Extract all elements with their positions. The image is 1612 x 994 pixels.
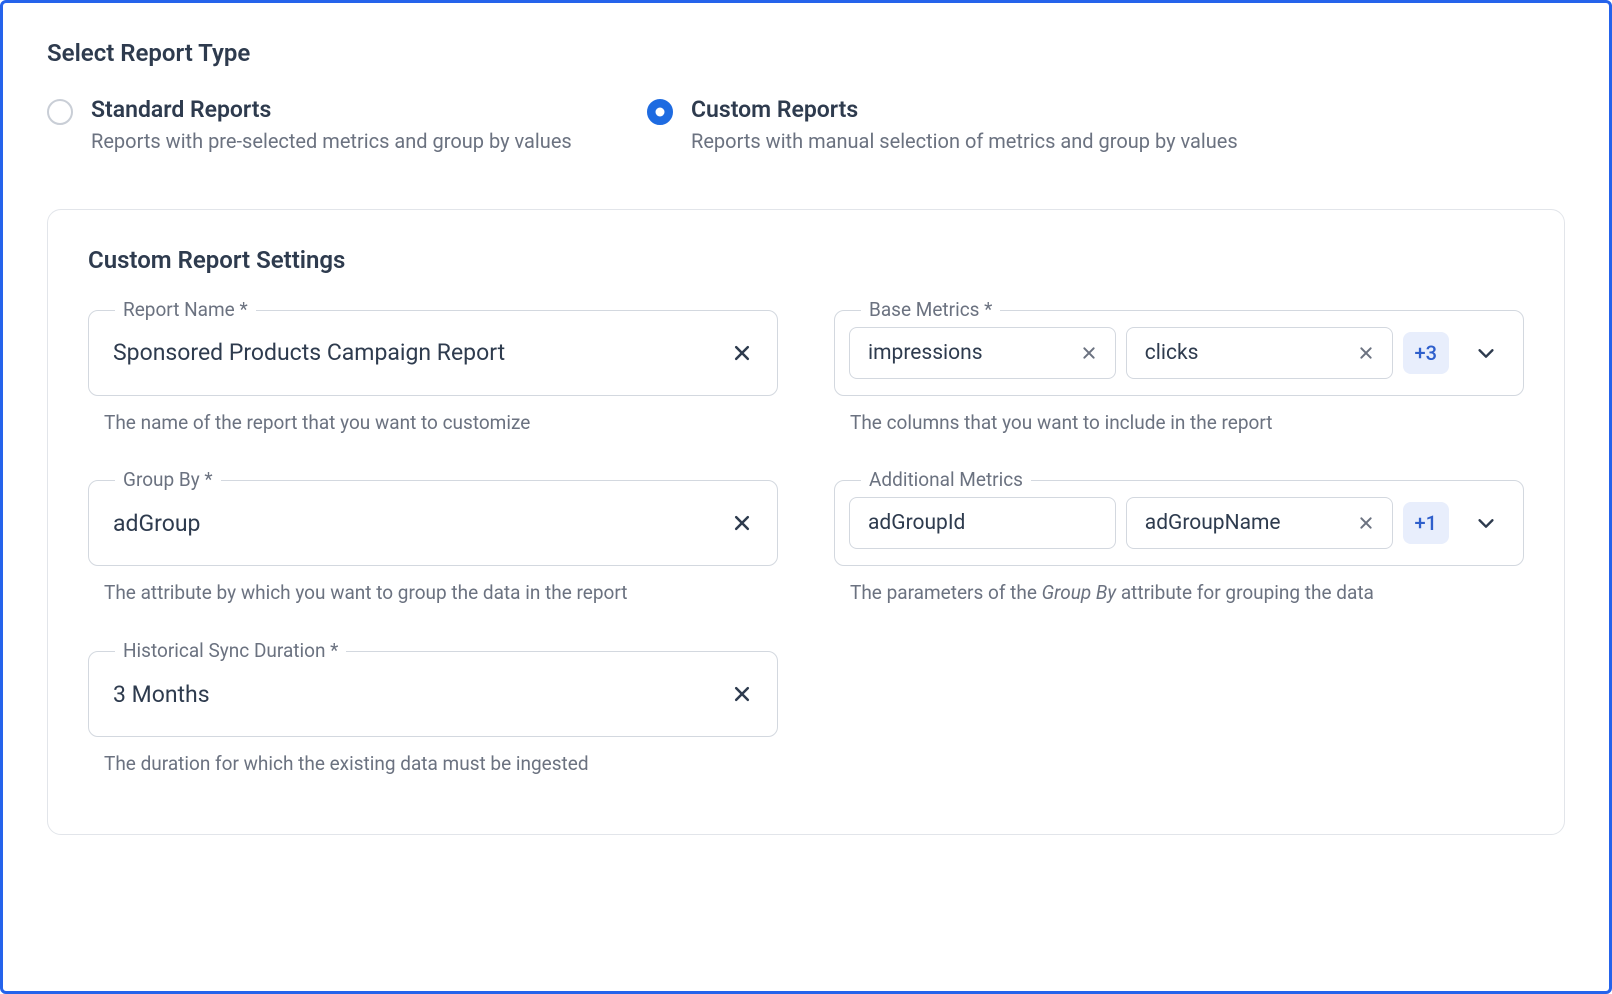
radio-option-standard[interactable]: Standard Reports Reports with pre-select… (47, 95, 607, 153)
clear-group-by-button[interactable] (725, 506, 759, 540)
field-label: Report Name * (115, 298, 256, 321)
close-icon (732, 343, 752, 363)
chip-label: adGroupName (1145, 511, 1342, 535)
field-value: adGroup (113, 510, 717, 537)
radio-texts: Custom Reports Reports with manual selec… (691, 95, 1238, 153)
field-help: The name of the report that you want to … (104, 410, 778, 437)
radio-option-custom[interactable]: Custom Reports Reports with manual selec… (647, 95, 1238, 153)
field-label: Group By * (115, 468, 221, 491)
help-suffix: attribute for grouping the data (1116, 581, 1374, 604)
remove-chip-impressions-button[interactable] (1077, 341, 1101, 365)
radio-desc-standard: Reports with pre-selected metrics and gr… (91, 129, 572, 153)
additional-metrics-select[interactable]: Additional Metrics adGroupId adGroupName… (834, 480, 1524, 566)
field-value: Sponsored Products Campaign Report (113, 339, 717, 366)
field-label: Additional Metrics (861, 468, 1031, 491)
chip-impressions: impressions (849, 327, 1116, 379)
section-title: Select Report Type (47, 39, 1565, 67)
report-type-radio-group: Standard Reports Reports with pre-select… (47, 95, 1565, 153)
chip-adgroupname: adGroupName (1126, 497, 1393, 549)
historical-sync-select[interactable]: Historical Sync Duration * 3 Months (88, 651, 778, 737)
field-help: The attribute by which you want to group… (104, 580, 778, 607)
base-metrics-select[interactable]: Base Metrics * impressions clicks (834, 310, 1524, 396)
radio-circle-icon (47, 99, 73, 125)
additional-metrics-more-badge[interactable]: +1 (1403, 502, 1449, 544)
remove-chip-adgroupname-button[interactable] (1354, 511, 1378, 535)
base-metrics-more-badge[interactable]: +3 (1403, 332, 1449, 374)
field-label: Base Metrics * (861, 298, 1000, 321)
additional-metrics-dropdown-toggle[interactable] (1467, 504, 1505, 542)
field-historical-sync: Historical Sync Duration * 3 Months The … (88, 651, 778, 778)
field-help: The parameters of the Group By attribute… (850, 580, 1524, 607)
radio-desc-custom: Reports with manual selection of metrics… (691, 129, 1238, 153)
remove-chip-clicks-button[interactable] (1354, 341, 1378, 365)
chip-label: clicks (1145, 341, 1342, 365)
field-help: The columns that you want to include in … (850, 410, 1524, 437)
chip-label: adGroupId (868, 511, 1101, 535)
chips-row: adGroupId adGroupName +1 (849, 497, 1449, 549)
field-grid: Report Name * Sponsored Products Campaig… (88, 310, 1524, 778)
close-icon (732, 513, 752, 533)
chip-clicks: clicks (1126, 327, 1393, 379)
chip-label: impressions (868, 341, 1065, 365)
chip-adgroupid: adGroupId (849, 497, 1116, 549)
report-config-page: Select Report Type Standard Reports Repo… (0, 0, 1612, 994)
field-group-by: Group By * adGroup The attribute by whic… (88, 480, 778, 607)
radio-title-custom: Custom Reports (691, 95, 1238, 125)
help-em: Group By (1042, 581, 1117, 604)
radio-title-standard: Standard Reports (91, 95, 572, 125)
close-icon (1358, 515, 1374, 531)
custom-report-settings-panel: Custom Report Settings Report Name * Spo… (47, 209, 1565, 835)
close-icon (1081, 345, 1097, 361)
field-help: The duration for which the existing data… (104, 751, 778, 778)
field-additional-metrics: Additional Metrics adGroupId adGroupName… (834, 480, 1524, 607)
chevron-down-icon (1475, 342, 1497, 364)
report-name-input[interactable]: Report Name * Sponsored Products Campaig… (88, 310, 778, 396)
field-report-name: Report Name * Sponsored Products Campaig… (88, 310, 778, 437)
field-label: Historical Sync Duration * (115, 639, 346, 662)
help-prefix: The parameters of the (850, 581, 1042, 604)
base-metrics-dropdown-toggle[interactable] (1467, 334, 1505, 372)
chips-row: impressions clicks +3 (849, 327, 1449, 379)
radio-texts: Standard Reports Reports with pre-select… (91, 95, 572, 153)
field-base-metrics: Base Metrics * impressions clicks (834, 310, 1524, 437)
clear-historical-button[interactable] (725, 677, 759, 711)
group-by-select[interactable]: Group By * adGroup (88, 480, 778, 566)
chevron-down-icon (1475, 512, 1497, 534)
radio-circle-selected-icon (647, 99, 673, 125)
close-icon (1358, 345, 1374, 361)
close-icon (732, 684, 752, 704)
field-value: 3 Months (113, 681, 717, 708)
panel-title: Custom Report Settings (88, 246, 1524, 274)
clear-report-name-button[interactable] (725, 336, 759, 370)
